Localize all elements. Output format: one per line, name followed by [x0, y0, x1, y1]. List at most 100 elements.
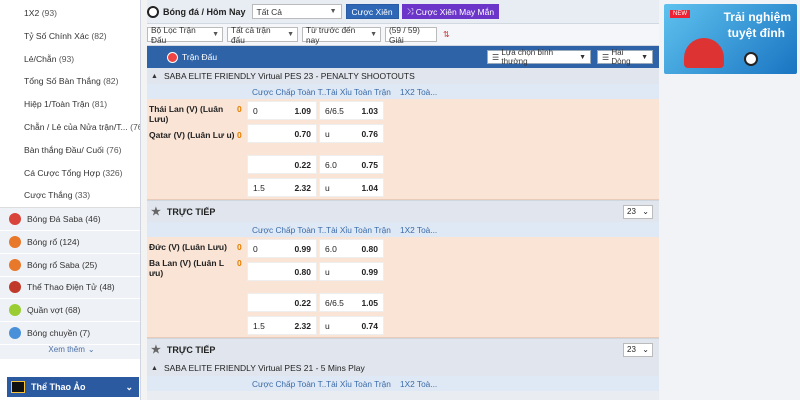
filter-bar: Bộ Lọc Trận Đấu ▼ Tất cả trận đấu ▼ Từ trư…	[147, 24, 659, 46]
league-row[interactable]: ▲ SABA ELITE FRIENDLY Virtual PES 21 - 5 …	[147, 360, 659, 376]
player-illustration	[684, 38, 724, 68]
basketball-icon	[9, 235, 21, 248]
virtual-sports-tab[interactable]: Thể Thao Ảo ⌄	[7, 377, 139, 397]
over-under-odds[interactable]: 6.0 0.80	[319, 239, 384, 258]
chevron-down-icon: ⌄	[642, 345, 649, 354]
away-team[interactable]: Qatar (V) (Luân Lư u)	[149, 130, 235, 140]
soccer-ball-icon	[147, 5, 159, 18]
soccer-icon	[9, 213, 21, 226]
over-under-odds[interactable]: u 1.04	[319, 178, 384, 197]
virtual-sports-icon	[11, 381, 25, 393]
market-item[interactable]: Tổng Số Bàn Thắng (82)	[0, 70, 140, 93]
over-under-odds[interactable]: u 0.74	[319, 316, 384, 335]
match-filter-select[interactable]: Bộ Lọc Trận Đấu ▼	[147, 25, 223, 45]
column-headers: Cược Chấp Toàn T... Tài Xỉu Toàn Trận 1X2 …	[147, 222, 659, 237]
handicap-odds[interactable]: 0.22	[247, 155, 317, 174]
market-item[interactable]: Cá Cược Tổng Hợp (326)	[0, 162, 140, 185]
league-count-select[interactable]: (59 / 59) Giải	[385, 25, 437, 45]
home-team[interactable]: Thái Lan (V) (Luân Lưu)	[149, 104, 235, 124]
new-badge: NEW	[670, 10, 690, 18]
away-team[interactable]: Ba Lan (V) (Luân L ưu)	[149, 258, 235, 278]
main-panel: Bóng đá / Hôm Nay Tất Cả ▼ Cược Xiên ⤨ Cư…	[147, 0, 659, 400]
collapse-icon: ▲	[151, 364, 158, 372]
banner-line-2: tuyệt đỉnh	[727, 26, 785, 40]
column-headers: Cược Chấp Toàn T... Tài Xỉu Toàn Trận 1X2 …	[147, 84, 659, 99]
over-under-odds[interactable]: 6/6.5 1.05	[319, 293, 384, 312]
handicap-odds[interactable]: 1.5 2.32	[247, 316, 317, 335]
list-icon: ☰	[492, 52, 502, 62]
chevron-down-icon: ▼	[287, 31, 294, 38]
chevron-down-icon: ▼	[329, 8, 337, 15]
chevron-down-icon: ▼	[579, 53, 586, 61]
chevron-down-icon: ▼	[212, 31, 219, 38]
market-item[interactable]: Tỷ Số Chính Xác (82)	[0, 25, 140, 48]
market-item[interactable]: 1X2 (93)	[0, 2, 140, 25]
sport-list: Bóng Đá Saba (46) Bóng rổ (124) Bóng rổ …	[0, 207, 140, 359]
match-header-bar: Trận Đấu ☰ Lựa chọn bình thường ▼ ☰ Hai D…	[147, 46, 659, 68]
lucky-parlay-button[interactable]: ⤨ Cược Xiên May Mắn	[401, 4, 500, 19]
chevron-down-icon: ▼	[641, 53, 648, 61]
column-headers: Cược Chấp Toàn T... Tài Xỉu Toàn Trận 1X2 …	[147, 376, 659, 391]
sort-icon[interactable]: ⇅	[443, 30, 450, 39]
over-under-odds[interactable]: 6.0 0.75	[319, 155, 384, 174]
handicap-odds[interactable]: 0 0.99	[247, 239, 317, 258]
match-row: Đức (V) (Luân Lưu) 0 Ba Lan (V) (Luân L ư…	[147, 237, 659, 338]
match-header-title: Trận Đấu	[182, 52, 218, 62]
over-under-odds[interactable]: u 0.76	[319, 124, 384, 143]
clock-icon	[167, 51, 178, 63]
view-mode-select[interactable]: ☰ Lựa chọn bình thường ▼	[487, 48, 591, 66]
live-section-header[interactable]: ★ TRỰC TIẾP 23 ⌄	[147, 200, 659, 222]
banner-line-1: Trải nghiệm	[723, 10, 791, 24]
soccer-ball-icon	[744, 52, 758, 66]
chevron-down-icon: ⌄	[642, 207, 649, 216]
handicap-odds[interactable]: 0.80	[247, 262, 317, 281]
over-under-odds[interactable]: 6/6.5 1.03	[319, 101, 384, 120]
volleyball-icon	[9, 327, 21, 340]
sport-item-bong-da-saba[interactable]: Bóng Đá Saba (46)	[0, 208, 140, 231]
home-score: 0	[237, 242, 242, 252]
market-item[interactable]: Hiệp 1/Toàn Trận (81)	[0, 93, 140, 116]
away-score: 0	[237, 130, 242, 140]
breadcrumb: Bóng đá / Hôm Nay	[163, 6, 246, 17]
page-select[interactable]: 23 ⌄	[623, 342, 653, 357]
market-item[interactable]: Bàn thắng Đầu/ Cuối (76)	[0, 139, 140, 162]
page-select[interactable]: 23 ⌄	[623, 204, 653, 219]
chevron-down-icon: ⌄	[87, 344, 95, 354]
period-select[interactable]: Tất Cả ▼	[251, 4, 342, 19]
handicap-odds[interactable]: 0 1.09	[247, 101, 317, 120]
sidebar: 1X2 (93) Tỷ Số Chính Xác (82) Lẻ/Chẵn (9…	[0, 0, 141, 400]
home-team[interactable]: Đức (V) (Luân Lưu)	[149, 242, 235, 252]
time-range-select[interactable]: Từ trước đến nay ▼	[302, 25, 381, 45]
sport-item-volleyball[interactable]: Bóng chuyền (7)	[0, 322, 140, 345]
row-mode-select[interactable]: ☰ Hai Dòng ▼	[597, 48, 653, 66]
live-section-header[interactable]: ★ TRỰC TIẾP 23 ⌄	[147, 338, 659, 360]
over-under-odds[interactable]: u 0.99	[319, 262, 384, 281]
tennis-icon	[9, 304, 21, 317]
market-item[interactable]: Lẻ/Chẵn (93)	[0, 48, 140, 71]
sport-item-tennis[interactable]: Quần vợt (68)	[0, 299, 140, 323]
handicap-odds[interactable]: 0.22	[247, 293, 317, 312]
see-more-button[interactable]: Xem thêm ⌄	[0, 345, 140, 359]
esports-icon	[9, 281, 21, 294]
top-toolbar: Bóng đá / Hôm Nay Tất Cả ▼ Cược Xiên ⤨ Cư…	[147, 0, 659, 24]
star-icon[interactable]: ★	[151, 343, 161, 356]
away-score: 0	[237, 258, 242, 268]
list-icon: ☰	[602, 52, 612, 62]
all-matches-select[interactable]: Tất cả trận đấu ▼	[227, 25, 298, 45]
market-item[interactable]: Cược Thắng (33)	[0, 184, 140, 207]
shuffle-icon: ⤨	[406, 6, 416, 16]
star-icon[interactable]: ★	[151, 205, 161, 218]
league-row[interactable]: ▲ SABA ELITE FRIENDLY Virtual PES 23 - PE…	[147, 68, 659, 84]
basketball-icon	[9, 258, 21, 271]
collapse-icon: ▲	[151, 72, 158, 80]
handicap-odds[interactable]: 0.70	[247, 124, 317, 143]
handicap-odds[interactable]: 1.5 2.32	[247, 178, 317, 197]
parlay-button[interactable]: Cược Xiên	[345, 4, 399, 19]
market-item[interactable]: Chẵn / Lẻ của Nửa trận/T... (76)	[0, 116, 140, 139]
home-score: 0	[237, 104, 242, 114]
sport-item-esports[interactable]: Thể Thao Điện Tử (48)	[0, 277, 140, 300]
sport-item-bong-ro-saba[interactable]: Bóng rổ Saba (25)	[0, 254, 140, 277]
sport-item-bong-ro[interactable]: Bóng rổ (124)	[0, 231, 140, 254]
promo-banner[interactable]: NEW Trải nghiệm tuyệt đỉnh	[664, 4, 797, 74]
match-row: Thái Lan (V) (Luân Lưu) 0 Qatar (V) (Luân…	[147, 99, 659, 200]
